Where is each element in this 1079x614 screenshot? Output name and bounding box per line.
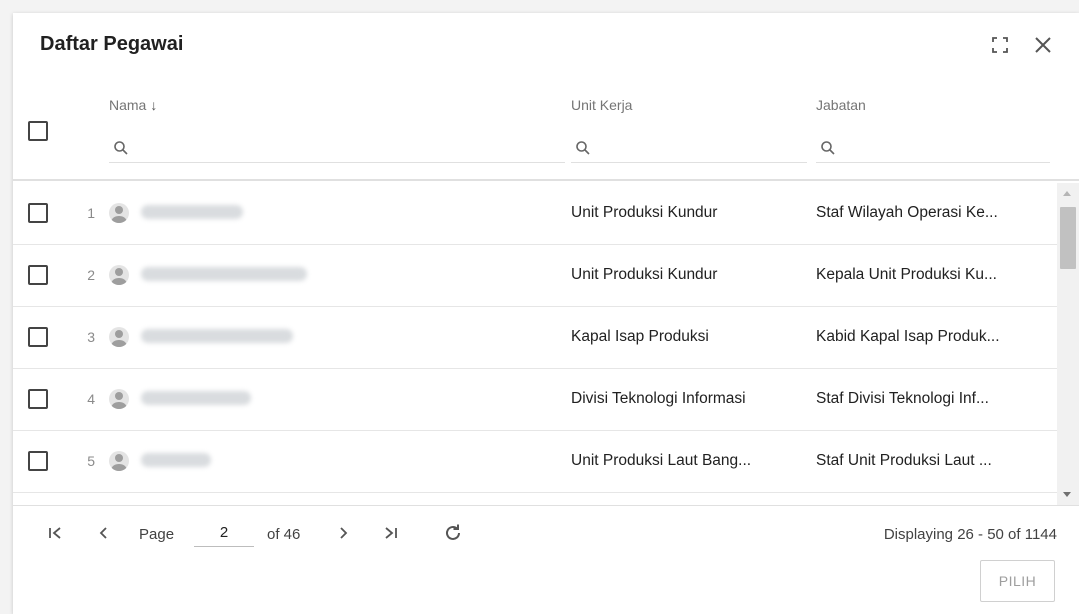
maximize-icon[interactable] <box>988 33 1012 57</box>
employee-name-redacted <box>141 267 307 281</box>
row-checkbox[interactable] <box>28 327 48 347</box>
column-header-nama-label: Nama <box>109 97 147 113</box>
employee-name-redacted <box>141 329 293 343</box>
user-icon <box>109 451 129 471</box>
cell-jabatan: Kabid Kapal Isap Produk... <box>816 328 1000 345</box>
user-icon <box>109 265 129 285</box>
select-all-checkbox[interactable] <box>28 121 48 141</box>
column-header-nama[interactable]: Nama ↓ <box>109 97 157 113</box>
row-checkbox[interactable] <box>28 389 48 409</box>
row-number: 5 <box>87 453 95 469</box>
row-checkbox[interactable] <box>28 203 48 223</box>
user-icon <box>109 203 129 223</box>
chevron-left-icon[interactable] <box>92 521 116 545</box>
dialog-title: Daftar Pegawai <box>40 33 184 55</box>
pagination-toolbar: Page of 46 Displaying 26 - 50 of 1144 <box>13 505 1079 563</box>
pilih-button[interactable]: PILIH <box>980 560 1055 602</box>
last-page-icon[interactable] <box>379 521 403 545</box>
column-header-jabatan[interactable]: Jabatan <box>816 97 866 113</box>
table-row[interactable]: 4 Divisi Teknologi Informasi Staf Divisi… <box>13 369 1057 431</box>
table-row[interactable]: 5 Unit Produksi Laut Bang... Staf Unit P… <box>13 431 1057 493</box>
row-number: 2 <box>87 267 95 283</box>
scroll-up-arrow-icon[interactable] <box>1063 191 1071 196</box>
table-row[interactable]: 3 Kapal Isap Produksi Kabid Kapal Isap P… <box>13 307 1057 369</box>
filter-input-unit-kerja[interactable] <box>571 133 807 163</box>
cell-unit-kerja: Kapal Isap Produksi <box>571 328 709 345</box>
employee-name-redacted <box>141 453 211 467</box>
cell-unit-kerja: Divisi Teknologi Informasi <box>571 390 746 407</box>
page-count-label: of 46 <box>267 526 301 543</box>
refresh-icon[interactable] <box>441 521 465 545</box>
scrollbar-thumb[interactable] <box>1060 207 1076 269</box>
chevron-right-icon[interactable] <box>331 521 355 545</box>
scroll-down-arrow-icon[interactable] <box>1063 492 1071 497</box>
employee-name-redacted <box>141 391 251 405</box>
row-number: 3 <box>87 329 95 345</box>
cell-jabatan: Staf Divisi Teknologi Inf... <box>816 390 989 407</box>
row-checkbox[interactable] <box>28 265 48 285</box>
employee-name-redacted <box>141 205 243 219</box>
table-row[interactable]: 2 Unit Produksi Kundur Kepala Unit Produ… <box>13 245 1057 307</box>
employee-list-dialog: Daftar Pegawai Nama↓ Unit Kerja Jabatan <box>13 13 1079 614</box>
row-number: 4 <box>87 391 95 407</box>
arrow-down-icon: ↓ <box>150 97 158 113</box>
vertical-scrollbar[interactable] <box>1057 183 1079 505</box>
user-icon <box>109 389 129 409</box>
column-header-unit-kerja[interactable]: Unit Kerja <box>571 97 632 113</box>
grid-body: 1 Unit Produksi Kundur Staf Wilayah Oper… <box>13 183 1057 493</box>
close-icon[interactable] <box>1031 33 1055 57</box>
filter-input-jabatan[interactable] <box>816 133 1050 163</box>
cell-jabatan: Staf Unit Produksi Laut ... <box>816 452 992 469</box>
row-checkbox[interactable] <box>28 451 48 471</box>
page-number-input[interactable] <box>194 519 254 547</box>
grid-header: Nama ↓ Unit Kerja Jabatan <box>13 83 1079 181</box>
search-icon <box>576 141 590 155</box>
cell-unit-kerja: Unit Produksi Kundur <box>571 204 718 221</box>
user-icon <box>109 327 129 347</box>
page-label: Page <box>139 526 175 543</box>
cell-unit-kerja: Unit Produksi Laut Bang... <box>571 452 752 469</box>
cell-jabatan: Kepala Unit Produksi Ku... <box>816 266 997 283</box>
filter-input-nama[interactable] <box>109 133 565 163</box>
cell-unit-kerja: Unit Produksi Kundur <box>571 266 718 283</box>
first-page-icon[interactable] <box>43 521 67 545</box>
search-icon <box>821 141 835 155</box>
row-number: 1 <box>87 205 95 221</box>
display-range-text: Displaying 26 - 50 of 1144 <box>883 526 1057 543</box>
search-icon <box>114 141 128 155</box>
table-row[interactable]: 1 Unit Produksi Kundur Staf Wilayah Oper… <box>13 183 1057 245</box>
cell-jabatan: Staf Wilayah Operasi Ke... <box>816 204 998 221</box>
